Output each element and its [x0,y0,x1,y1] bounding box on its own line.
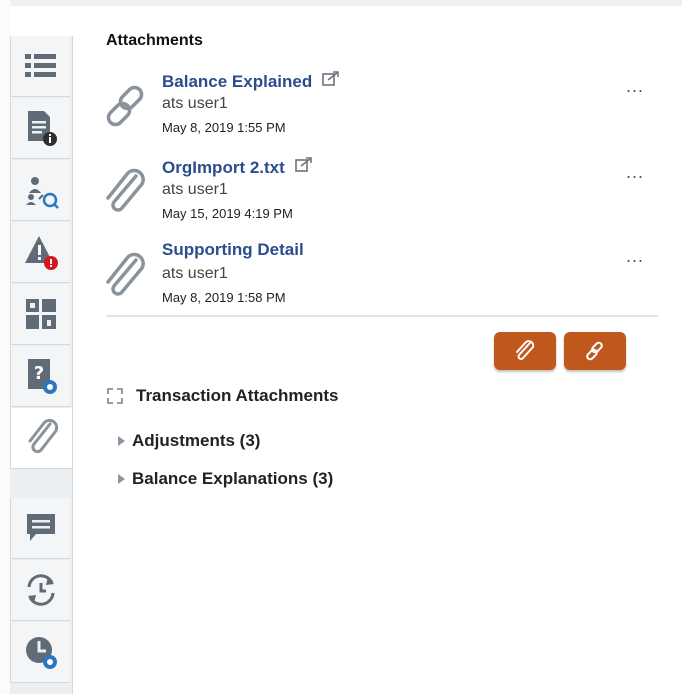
expand-triangle-icon[interactable] [118,474,125,484]
tab-help[interactable]: ? [10,346,70,407]
tree-item-adjustments[interactable]: Adjustments (3) [118,431,260,451]
attachment-date: May 15, 2019 4:19 PM [162,206,293,221]
svg-text:?: ? [33,363,43,384]
attachment-item: Supporting Detail ats user1 May 8, 2019 … [102,240,662,320]
attachment-user: ats user1 [162,265,228,282]
transaction-attachments-header: Transaction Attachments [106,386,338,406]
users-search-icon [25,177,59,209]
tree-item-balance-explanations[interactable]: Balance Explanations (3) [118,469,333,489]
question-doc-icon: ? [27,359,57,394]
tab-history[interactable] [10,560,70,621]
expand-triangle-icon[interactable] [118,436,125,446]
attachment-name[interactable]: Supporting Detail [162,240,304,260]
attach-link-button[interactable] [564,332,626,370]
attachment-user: ats user1 [162,181,228,198]
tab-comments[interactable] [10,498,70,559]
paperclip-icon [516,340,535,360]
tab-dashboard[interactable] [10,284,70,345]
dashboard-icon [25,299,56,329]
divider [106,315,658,317]
attachment-user: ats user1 [162,95,228,112]
attach-file-button[interactable] [494,332,556,370]
link-icon [586,341,603,361]
more-actions-button[interactable]: ... [626,246,644,267]
alert-icon [24,236,58,270]
attachment-item: Balance Explained ats user1 May 8, 2019 … [102,70,662,150]
expand-icon[interactable] [106,387,124,405]
history-icon [27,574,54,606]
comment-icon [26,514,55,541]
paperclip-icon [106,168,145,212]
tab-alerts[interactable] [10,222,70,283]
tab-attachments[interactable] [10,408,72,469]
tab-users[interactable] [10,160,70,221]
attachment-date: May 8, 2019 1:55 PM [162,120,286,135]
paperclip-icon [106,252,145,296]
attachment-name[interactable]: OrgImport 2.txt [162,156,313,178]
attachments-panel: Attachments Balance Explained ats user1 … [72,6,682,694]
tree-item-label: Balance Explanations (3) [132,469,334,488]
list-icon [24,54,56,77]
document-info-icon [27,111,57,146]
tab-time[interactable] [10,622,70,683]
attachment-name[interactable]: Balance Explained [162,70,340,92]
external-link-icon[interactable] [294,156,313,172]
attachment-item: OrgImport 2.txt ats user1 May 15, 2019 4… [102,156,662,236]
more-actions-button[interactable]: ... [626,162,644,183]
tab-list[interactable] [10,36,70,97]
left-strip [0,0,10,694]
panel-title: Attachments [106,32,203,49]
paperclip-icon [28,418,58,454]
attachment-date: May 8, 2019 1:58 PM [162,290,286,305]
tab-details[interactable] [10,98,70,159]
section-title: Transaction Attachments [136,386,339,405]
clock-icon [25,637,57,669]
more-actions-button[interactable]: ... [626,76,644,97]
link-icon [106,85,144,127]
tree-item-label: Adjustments (3) [132,431,261,450]
external-link-icon[interactable] [322,70,340,86]
